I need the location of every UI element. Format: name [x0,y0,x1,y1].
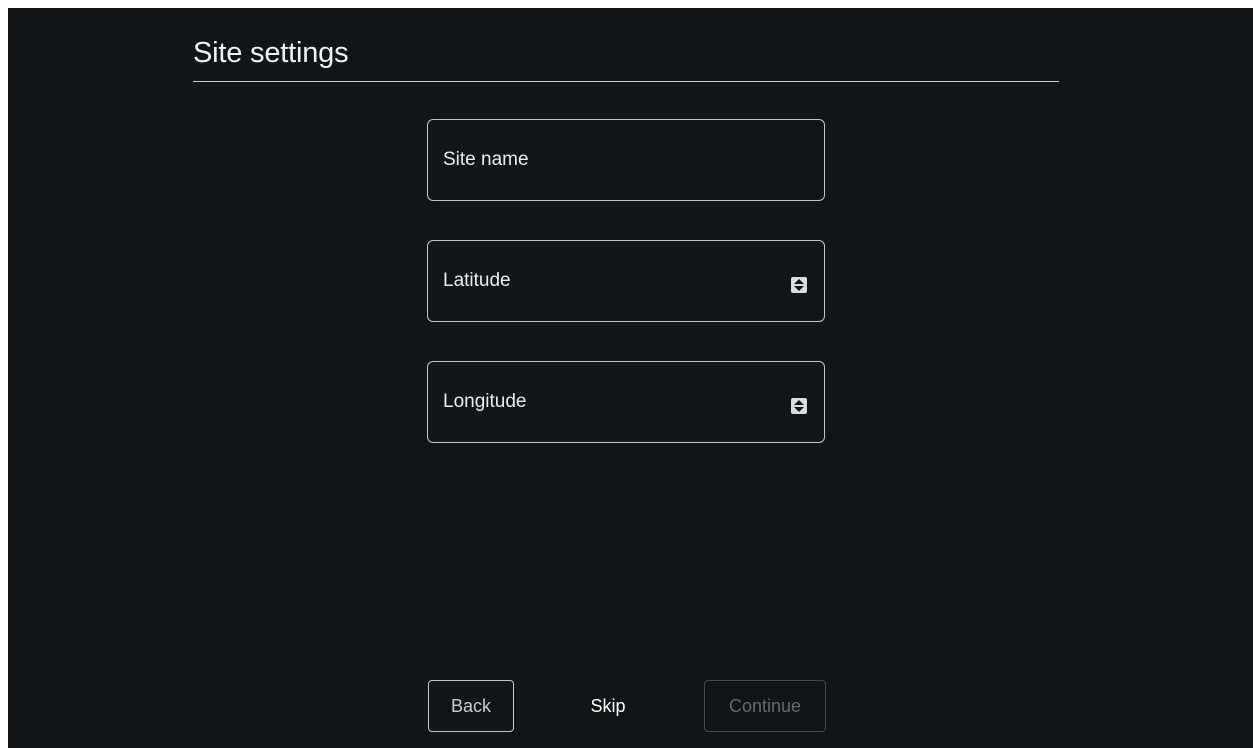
latitude-field[interactable]: Latitude [427,240,825,322]
continue-button[interactable]: Continue [704,680,826,732]
chevron-down-icon[interactable] [794,407,804,412]
latitude-spinner-icon[interactable] [791,277,807,293]
page-title: Site settings [193,37,349,69]
chevron-up-icon[interactable] [794,400,804,405]
back-button[interactable]: Back [428,680,514,732]
latitude-label: Latitude [443,270,511,291]
page-header: Site settings [193,34,1059,82]
site-settings-screen: Site settings Site name Latitude Longitu… [8,8,1253,748]
longitude-label: Longitude [443,391,527,412]
chevron-down-icon[interactable] [794,286,804,291]
skip-button[interactable]: Skip [568,680,648,732]
longitude-field[interactable]: Longitude [427,361,825,443]
chevron-up-icon[interactable] [794,279,804,284]
site-name-field[interactable]: Site name [427,119,825,201]
longitude-spinner-icon[interactable] [791,398,807,414]
site-name-label: Site name [443,149,529,170]
